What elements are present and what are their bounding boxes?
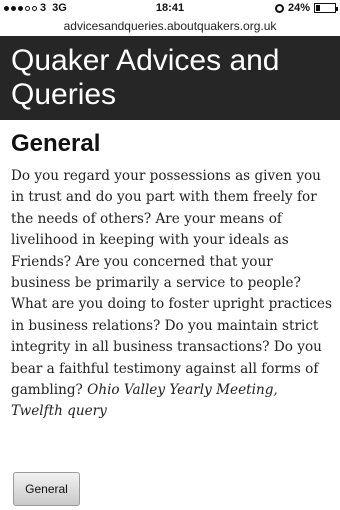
- url-bar[interactable]: advicesandqueries.aboutquakers.org.uk: [0, 16, 340, 36]
- battery-percent: 24%: [287, 2, 310, 14]
- status-bar: 3 3G 18:41 24%: [0, 0, 340, 16]
- url-text: advicesandqueries.aboutquakers.org.uk: [63, 19, 277, 33]
- query-body: Do you regard your possessions as given …: [11, 168, 332, 399]
- query-text: Do you regard your possessions as given …: [11, 166, 333, 423]
- general-button[interactable]: General: [13, 472, 80, 506]
- alarm-icon: [274, 3, 284, 13]
- page-title: Quaker Advices and Queries: [11, 44, 280, 111]
- battery-icon: [314, 3, 338, 13]
- status-right: 24%: [274, 2, 338, 14]
- main-content: General Do you regard your possessions a…: [11, 128, 333, 423]
- page-header: Quaker Advices and Queries: [0, 36, 340, 120]
- section-title: General: [11, 130, 101, 157]
